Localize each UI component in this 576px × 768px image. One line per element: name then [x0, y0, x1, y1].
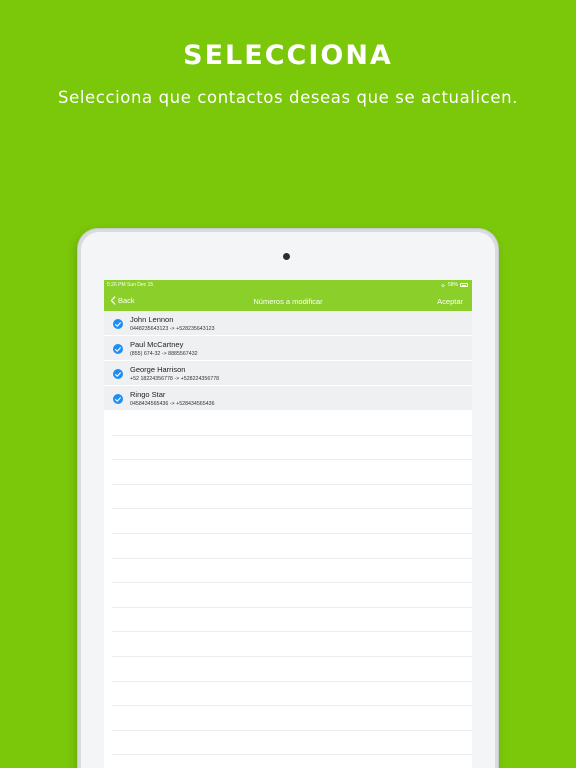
- contact-name: Ringo Star: [130, 390, 166, 399]
- empty-row: [112, 436, 472, 461]
- empty-row: [112, 485, 472, 510]
- empty-row: [112, 682, 472, 707]
- contact-name: George Harrison: [130, 365, 186, 374]
- contact-numbers: 0448235643123 -> +528235643123: [130, 326, 215, 332]
- battery-icon: [460, 283, 468, 287]
- contact-row-ringo-star[interactable]: Ringo Star 0458434565436 -> +52843456543…: [104, 386, 472, 411]
- status-right: 58%: [440, 282, 468, 288]
- headline: SELECCIONA: [183, 40, 393, 71]
- empty-row: [112, 608, 472, 633]
- contact-name: Paul McCartney: [130, 340, 184, 349]
- contact-row-paul-mccartney[interactable]: Paul McCartney (855) 674-32 -> 888556743…: [104, 336, 472, 361]
- subtitle: Selecciona que contactos deseas que se a…: [58, 88, 518, 107]
- contact-numbers: +52 18224356778 -> +528224356778: [130, 376, 220, 382]
- empty-row: [112, 706, 472, 731]
- empty-row: [112, 583, 472, 608]
- checkbox-checked-icon[interactable]: [113, 319, 123, 329]
- empty-row: [112, 657, 472, 682]
- camera-icon: [283, 253, 290, 260]
- app-screen: 5:26 PM Sun Dec 15 58% Back Números a mo…: [104, 280, 472, 768]
- empty-row: [112, 755, 472, 768]
- empty-row: [112, 632, 472, 657]
- contact-row-john-lennon[interactable]: John Lennon 0448235643123 -> +5282356431…: [104, 311, 472, 336]
- empty-row: [112, 509, 472, 534]
- empty-row: [112, 731, 472, 756]
- empty-row: [112, 559, 472, 584]
- contact-row-george-harrison[interactable]: George Harrison +52 18224356778 -> +5282…: [104, 361, 472, 386]
- empty-row: [112, 411, 472, 436]
- status-bar: 5:26 PM Sun Dec 15 58%: [104, 280, 472, 290]
- contact-name: John Lennon: [130, 315, 174, 324]
- contact-numbers: 0458434565436 -> +528434565436: [130, 401, 215, 407]
- status-time: 5:26 PM Sun Dec 15: [107, 282, 154, 288]
- contact-numbers: (855) 674-32 -> 8885567432: [130, 351, 198, 357]
- checkbox-checked-icon[interactable]: [113, 394, 123, 404]
- checkbox-checked-icon[interactable]: [113, 344, 123, 354]
- empty-row: [112, 534, 472, 559]
- wifi-icon: [440, 283, 445, 287]
- checkbox-checked-icon[interactable]: [113, 369, 123, 379]
- empty-row: [112, 460, 472, 485]
- nav-title: Números a modificar: [253, 296, 323, 306]
- accept-button[interactable]: Aceptar: [437, 297, 463, 306]
- battery-percent: 58%: [447, 282, 458, 288]
- navigation-bar: Back Números a modificar Aceptar: [104, 290, 472, 311]
- contact-list: John Lennon 0448235643123 -> +5282356431…: [104, 311, 472, 768]
